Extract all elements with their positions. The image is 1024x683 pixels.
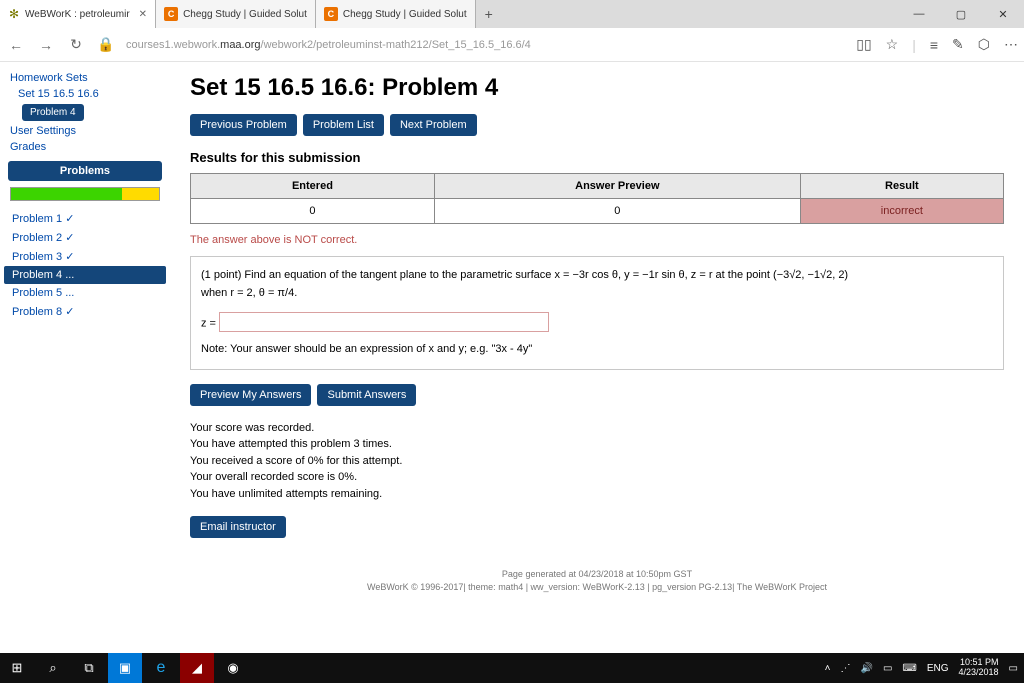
wifi-icon[interactable]: ⋰ bbox=[840, 663, 850, 674]
close-icon[interactable]: ✕ bbox=[139, 9, 147, 20]
clock[interactable]: 10:51 PM 4/23/2018 bbox=[959, 658, 999, 678]
cell-entered: 0 bbox=[191, 199, 435, 224]
problem-link-1[interactable]: Problem 1 ✓ bbox=[4, 209, 166, 228]
homework-sets-link[interactable]: Homework Sets bbox=[4, 70, 166, 86]
page-footer: Page generated at 04/23/2018 at 10:50pm … bbox=[190, 568, 1004, 593]
keyboard-icon[interactable]: ⌨ bbox=[902, 663, 916, 674]
app-icon[interactable]: ▣ bbox=[108, 653, 142, 683]
problem-link-5[interactable]: Problem 5 ... bbox=[4, 284, 166, 302]
answer-note: Note: Your answer should be an expressio… bbox=[201, 341, 993, 359]
language-indicator[interactable]: ENG bbox=[927, 663, 949, 674]
problem-link-3[interactable]: Problem 3 ✓ bbox=[4, 247, 166, 266]
address-bar: ← → ↻ 🔒 courses1.webwork.maa.org/webwork… bbox=[0, 28, 1024, 62]
browser-tab-1[interactable]: C Chegg Study | Guided Solut bbox=[156, 0, 316, 28]
edge-icon[interactable]: e bbox=[144, 653, 178, 683]
grades-link[interactable]: Grades bbox=[4, 139, 166, 155]
problem-text: (1 point) Find an equation of the tangen… bbox=[190, 256, 1004, 370]
task-view-icon[interactable]: ⧉ bbox=[72, 653, 106, 683]
pdf-icon[interactable]: ◢ bbox=[180, 653, 214, 683]
battery-icon[interactable]: ▭ bbox=[883, 663, 892, 674]
close-button[interactable]: ✕ bbox=[982, 0, 1024, 28]
results-header: Results for this submission bbox=[190, 150, 1004, 165]
problem-link-4[interactable]: Problem 4 ... bbox=[4, 266, 166, 284]
favorite-icon[interactable]: ☆ bbox=[886, 36, 899, 53]
incorrect-message: The answer above is NOT correct. bbox=[190, 234, 1004, 246]
problem-list-button[interactable]: Problem List bbox=[303, 114, 384, 136]
tab-label: Chegg Study | Guided Solut bbox=[183, 9, 307, 20]
page-title: Set 15 16.5 16.6: Problem 4 bbox=[190, 74, 1004, 102]
previous-problem-button[interactable]: Previous Problem bbox=[190, 114, 297, 136]
reading-view-icon[interactable]: ▯▯ bbox=[856, 36, 871, 53]
main-content: Set 15 16.5 16.6: Problem 4 Previous Pro… bbox=[170, 62, 1024, 653]
lock-icon: 🔒 bbox=[96, 36, 116, 53]
notifications-icon[interactable]: ▭ bbox=[1009, 663, 1018, 674]
problem-statement-1: (1 point) Find an equation of the tangen… bbox=[201, 267, 993, 285]
chrome-icon[interactable]: ◉ bbox=[216, 653, 250, 683]
chegg-icon: C bbox=[164, 7, 178, 21]
tab-label: WeBWorK : petroleumir bbox=[25, 9, 130, 20]
titlebar: ✻ WeBWorK : petroleumir ✕ C Chegg Study … bbox=[0, 0, 1024, 28]
problem-statement-2: when r = 2, θ = π/4. bbox=[201, 285, 993, 303]
new-tab-button[interactable]: + bbox=[476, 0, 502, 28]
next-problem-button[interactable]: Next Problem bbox=[390, 114, 477, 136]
col-preview: Answer Preview bbox=[434, 174, 800, 199]
tab-label: Chegg Study | Guided Solut bbox=[343, 9, 467, 20]
current-problem-pill: Problem 4 bbox=[22, 104, 84, 121]
search-icon[interactable]: ⌕ bbox=[36, 653, 70, 683]
share-icon[interactable]: ⬡ bbox=[978, 36, 990, 53]
preview-answers-button[interactable]: Preview My Answers bbox=[190, 384, 311, 406]
browser-tab-0[interactable]: ✻ WeBWorK : petroleumir ✕ bbox=[0, 0, 156, 28]
taskbar: ⊞ ⌕ ⧉ ▣ e ◢ ◉ ˄ ⋰ 🔊 ▭ ⌨ ENG 10:51 PM 4/2… bbox=[0, 653, 1024, 683]
start-button[interactable]: ⊞ bbox=[0, 653, 34, 683]
problem-link-2[interactable]: Problem 2 ✓ bbox=[4, 228, 166, 247]
browser-tab-2[interactable]: C Chegg Study | Guided Solut bbox=[316, 0, 476, 28]
progress-bar bbox=[10, 187, 160, 201]
refresh-button[interactable]: ↻ bbox=[66, 36, 86, 53]
user-settings-link[interactable]: User Settings bbox=[4, 123, 166, 139]
score-text: Your score was recorded. You have attemp… bbox=[190, 420, 1004, 503]
sidebar: Homework Sets Set 15 16.5 16.6 Problem 4… bbox=[0, 62, 170, 653]
chegg-icon: C bbox=[324, 7, 338, 21]
webwork-icon: ✻ bbox=[8, 8, 20, 20]
back-button[interactable]: ← bbox=[6, 37, 26, 53]
forward-button[interactable]: → bbox=[36, 37, 56, 53]
notes-icon[interactable]: ✎ bbox=[952, 36, 964, 53]
hub-icon[interactable]: ≡ bbox=[930, 37, 938, 53]
volume-icon[interactable]: 🔊 bbox=[860, 663, 872, 674]
email-instructor-button[interactable]: Email instructor bbox=[190, 516, 286, 538]
results-table: Entered Answer Preview Result 0 0 incorr… bbox=[190, 173, 1004, 224]
problem-link-8[interactable]: Problem 8 ✓ bbox=[4, 302, 166, 321]
chevron-up-icon[interactable]: ˄ bbox=[825, 663, 831, 674]
maximize-button[interactable]: ▢ bbox=[940, 0, 982, 28]
minimize-button[interactable]: — bbox=[898, 0, 940, 28]
z-label: z = bbox=[201, 318, 216, 330]
url-display[interactable]: courses1.webwork.maa.org/webwork2/petrol… bbox=[126, 39, 846, 51]
col-result: Result bbox=[800, 174, 1003, 199]
cell-result: incorrect bbox=[800, 199, 1003, 224]
more-icon[interactable]: ⋯ bbox=[1004, 36, 1018, 53]
answer-input[interactable] bbox=[219, 312, 549, 332]
col-entered: Entered bbox=[191, 174, 435, 199]
submit-answers-button[interactable]: Submit Answers bbox=[317, 384, 416, 406]
cell-preview: 0 bbox=[434, 199, 800, 224]
set-link[interactable]: Set 15 16.5 16.6 bbox=[4, 86, 166, 102]
problems-header: Problems bbox=[8, 161, 162, 181]
